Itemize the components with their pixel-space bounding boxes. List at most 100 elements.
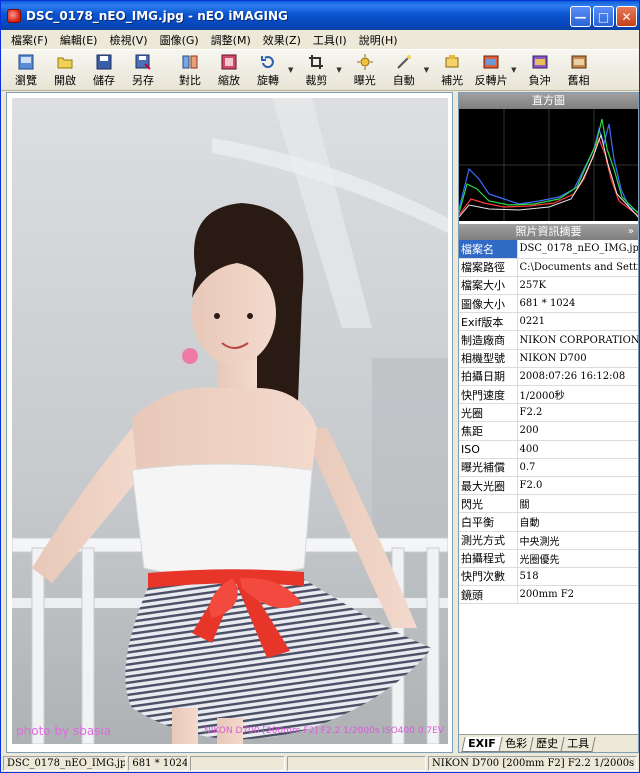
info-row[interactable]: 光圈 F2.2: [459, 403, 638, 423]
menu-view[interactable]: 檢視(V): [103, 32, 153, 48]
info-row[interactable]: ISO 400: [459, 440, 638, 459]
tab-exif[interactable]: EXIF: [461, 737, 503, 752]
histogram-title: 直方圖: [532, 94, 565, 107]
rotate-dropdown-icon[interactable]: ▼: [288, 66, 293, 74]
old-photo-button[interactable]: 舊相: [560, 50, 598, 88]
info-row[interactable]: 焦距 200: [459, 421, 638, 441]
info-row[interactable]: 相機型號 NIKON D700: [459, 349, 638, 368]
photo-canvas[interactable]: photo by sbasia NIKON D700 [200mm F2] F2…: [12, 98, 448, 744]
menu-tools[interactable]: 工具(I): [307, 32, 353, 48]
old-photo-label: 舊相: [567, 74, 590, 87]
maximize-button[interactable]: □: [593, 6, 614, 27]
info-value: F2.0: [516, 476, 638, 496]
open-folder-icon: [56, 53, 74, 71]
rotate-button[interactable]: 旋轉: [249, 50, 287, 88]
image-viewer[interactable]: photo by sbasia NIKON D700 [200mm F2] F2…: [6, 92, 453, 753]
histogram-chart: [459, 109, 638, 221]
info-value: 關: [516, 494, 638, 514]
info-row[interactable]: 鏡頭 200mm F2: [459, 585, 638, 605]
save-as-button[interactable]: 另存: [124, 50, 162, 88]
info-header[interactable]: 照片資訊摘要 »: [459, 224, 638, 240]
info-key: 快門次數: [459, 567, 517, 587]
info-row[interactable]: 圖像大小 681 * 1024: [459, 294, 638, 314]
old-photo-icon: [570, 53, 588, 71]
info-value: 518: [516, 567, 638, 587]
info-row[interactable]: 制造廠商 NIKON CORPORATION: [459, 330, 638, 350]
tab-history[interactable]: 歷史: [529, 737, 565, 752]
tab-color[interactable]: 色彩: [498, 737, 534, 752]
reversal-film-dropdown-icon[interactable]: ▼: [511, 66, 516, 74]
browse-label: 瀏覽: [15, 74, 37, 87]
exposure-button[interactable]: 曝光: [346, 50, 384, 88]
info-key: 白平衡: [459, 512, 517, 532]
rotate-icon: [259, 53, 277, 71]
status-panel-1: [190, 755, 285, 771]
save-button[interactable]: 儲存: [85, 50, 123, 88]
toolbar: 瀏覽 開啟 儲存 另存 對比 縮放 旋轉 ▼ 裁剪 ▼ 曝光 自動 ▼ 補光 反…: [1, 49, 639, 91]
tab-tools[interactable]: 工具: [560, 737, 596, 752]
compare-button[interactable]: 對比: [171, 50, 209, 88]
auto-dropdown-icon[interactable]: ▼: [424, 66, 429, 74]
info-value: F2.2: [516, 403, 638, 423]
reversal-film-label: 反轉片: [474, 74, 508, 87]
info-row[interactable]: 測光方式 中央測光: [459, 531, 638, 550]
menu-adjust[interactable]: 調整(M): [205, 32, 257, 48]
fill-light-icon: [443, 53, 461, 71]
info-key: 焦距: [459, 421, 517, 441]
side-panel: 直方圖 照片資訊摘要 » 檔案名 DSC_0178_nEO_IMG.jpg 檔案路徑…: [458, 92, 639, 753]
info-value: 中央測光: [516, 531, 638, 550]
status-exif: NIKON D700 [200mm F2] F2.2 1/2000s IS: [428, 755, 637, 771]
info-value: NIKON CORPORATION: [516, 330, 638, 350]
info-row[interactable]: 快門次數 518: [459, 567, 638, 587]
info-value: 0.7: [516, 458, 638, 477]
info-key: 測光方式: [459, 531, 517, 550]
close-button[interactable]: ✕: [616, 6, 637, 27]
auto-button[interactable]: 自動: [385, 50, 423, 88]
info-key: 最大光圈: [459, 476, 517, 496]
cross-process-button[interactable]: 負沖: [521, 50, 559, 88]
save-as-label: 另存: [132, 74, 154, 87]
collapse-chevron-icon[interactable]: »: [628, 224, 634, 240]
info-row[interactable]: 檔案路徑C:\Documents and Settings: [459, 258, 638, 277]
info-key: 檔案大小: [459, 276, 517, 296]
menu-effects[interactable]: 效果(Z): [257, 32, 307, 48]
info-row[interactable]: 快門速度 1/2000秒: [459, 385, 638, 405]
info-value: 257K: [516, 276, 638, 296]
info-row[interactable]: 曝光補償 0.7: [459, 458, 638, 477]
info-key: 拍攝程式: [459, 549, 517, 568]
info-value: 400: [516, 440, 638, 459]
photo-illustration: [12, 98, 448, 744]
info-value: 光圈優先: [516, 549, 638, 568]
crop-button[interactable]: 裁剪: [297, 50, 335, 88]
menu-help[interactable]: 說明(H): [353, 32, 404, 48]
fill-light-button[interactable]: 補光: [433, 50, 471, 88]
info-row[interactable]: 檔案大小 257K: [459, 276, 638, 296]
info-value: 2008:07:26 16:12:08: [516, 367, 638, 387]
histogram-header[interactable]: 直方圖: [459, 93, 638, 109]
info-row[interactable]: 白平衡 自動: [459, 512, 638, 532]
info-value: 0221: [516, 312, 638, 332]
reversal-film-button[interactable]: 反轉片: [472, 50, 510, 88]
info-key: 相機型號: [459, 349, 517, 368]
crop-dropdown-icon[interactable]: ▼: [336, 66, 341, 74]
info-key: 閃光: [459, 494, 517, 514]
compare-label: 對比: [179, 74, 201, 87]
info-value: NIKON D700: [516, 349, 638, 368]
info-row[interactable]: Exif版本 0221: [459, 312, 638, 332]
info-row[interactable]: 最大光圈 F2.0: [459, 476, 638, 496]
info-row[interactable]: 拍攝程式 光圈優先: [459, 549, 638, 568]
info-key: 快門速度: [459, 385, 517, 405]
menu-edit[interactable]: 編輯(E): [54, 32, 104, 48]
browse-button[interactable]: 瀏覽: [7, 50, 45, 88]
resize-button[interactable]: 縮放: [210, 50, 248, 88]
menu-file[interactable]: 檔案(F): [5, 32, 54, 48]
info-value: 1/2000秒: [516, 385, 638, 405]
open-button[interactable]: 開啟: [46, 50, 84, 88]
minimize-button[interactable]: —: [570, 6, 591, 27]
menu-image[interactable]: 圖像(G): [154, 32, 205, 48]
auto-label: 自動: [392, 74, 415, 87]
info-row[interactable]: 檔案名 DSC_0178_nEO_IMG.jpg: [459, 240, 638, 259]
info-row[interactable]: 閃光關: [459, 494, 638, 514]
info-row[interactable]: 拍攝日期 2008:07:26 16:12:08: [459, 367, 638, 387]
title-bar[interactable]: DSC_0178_nEO_IMG.jpg - nEO iMAGING — □ ✕: [1, 1, 639, 30]
